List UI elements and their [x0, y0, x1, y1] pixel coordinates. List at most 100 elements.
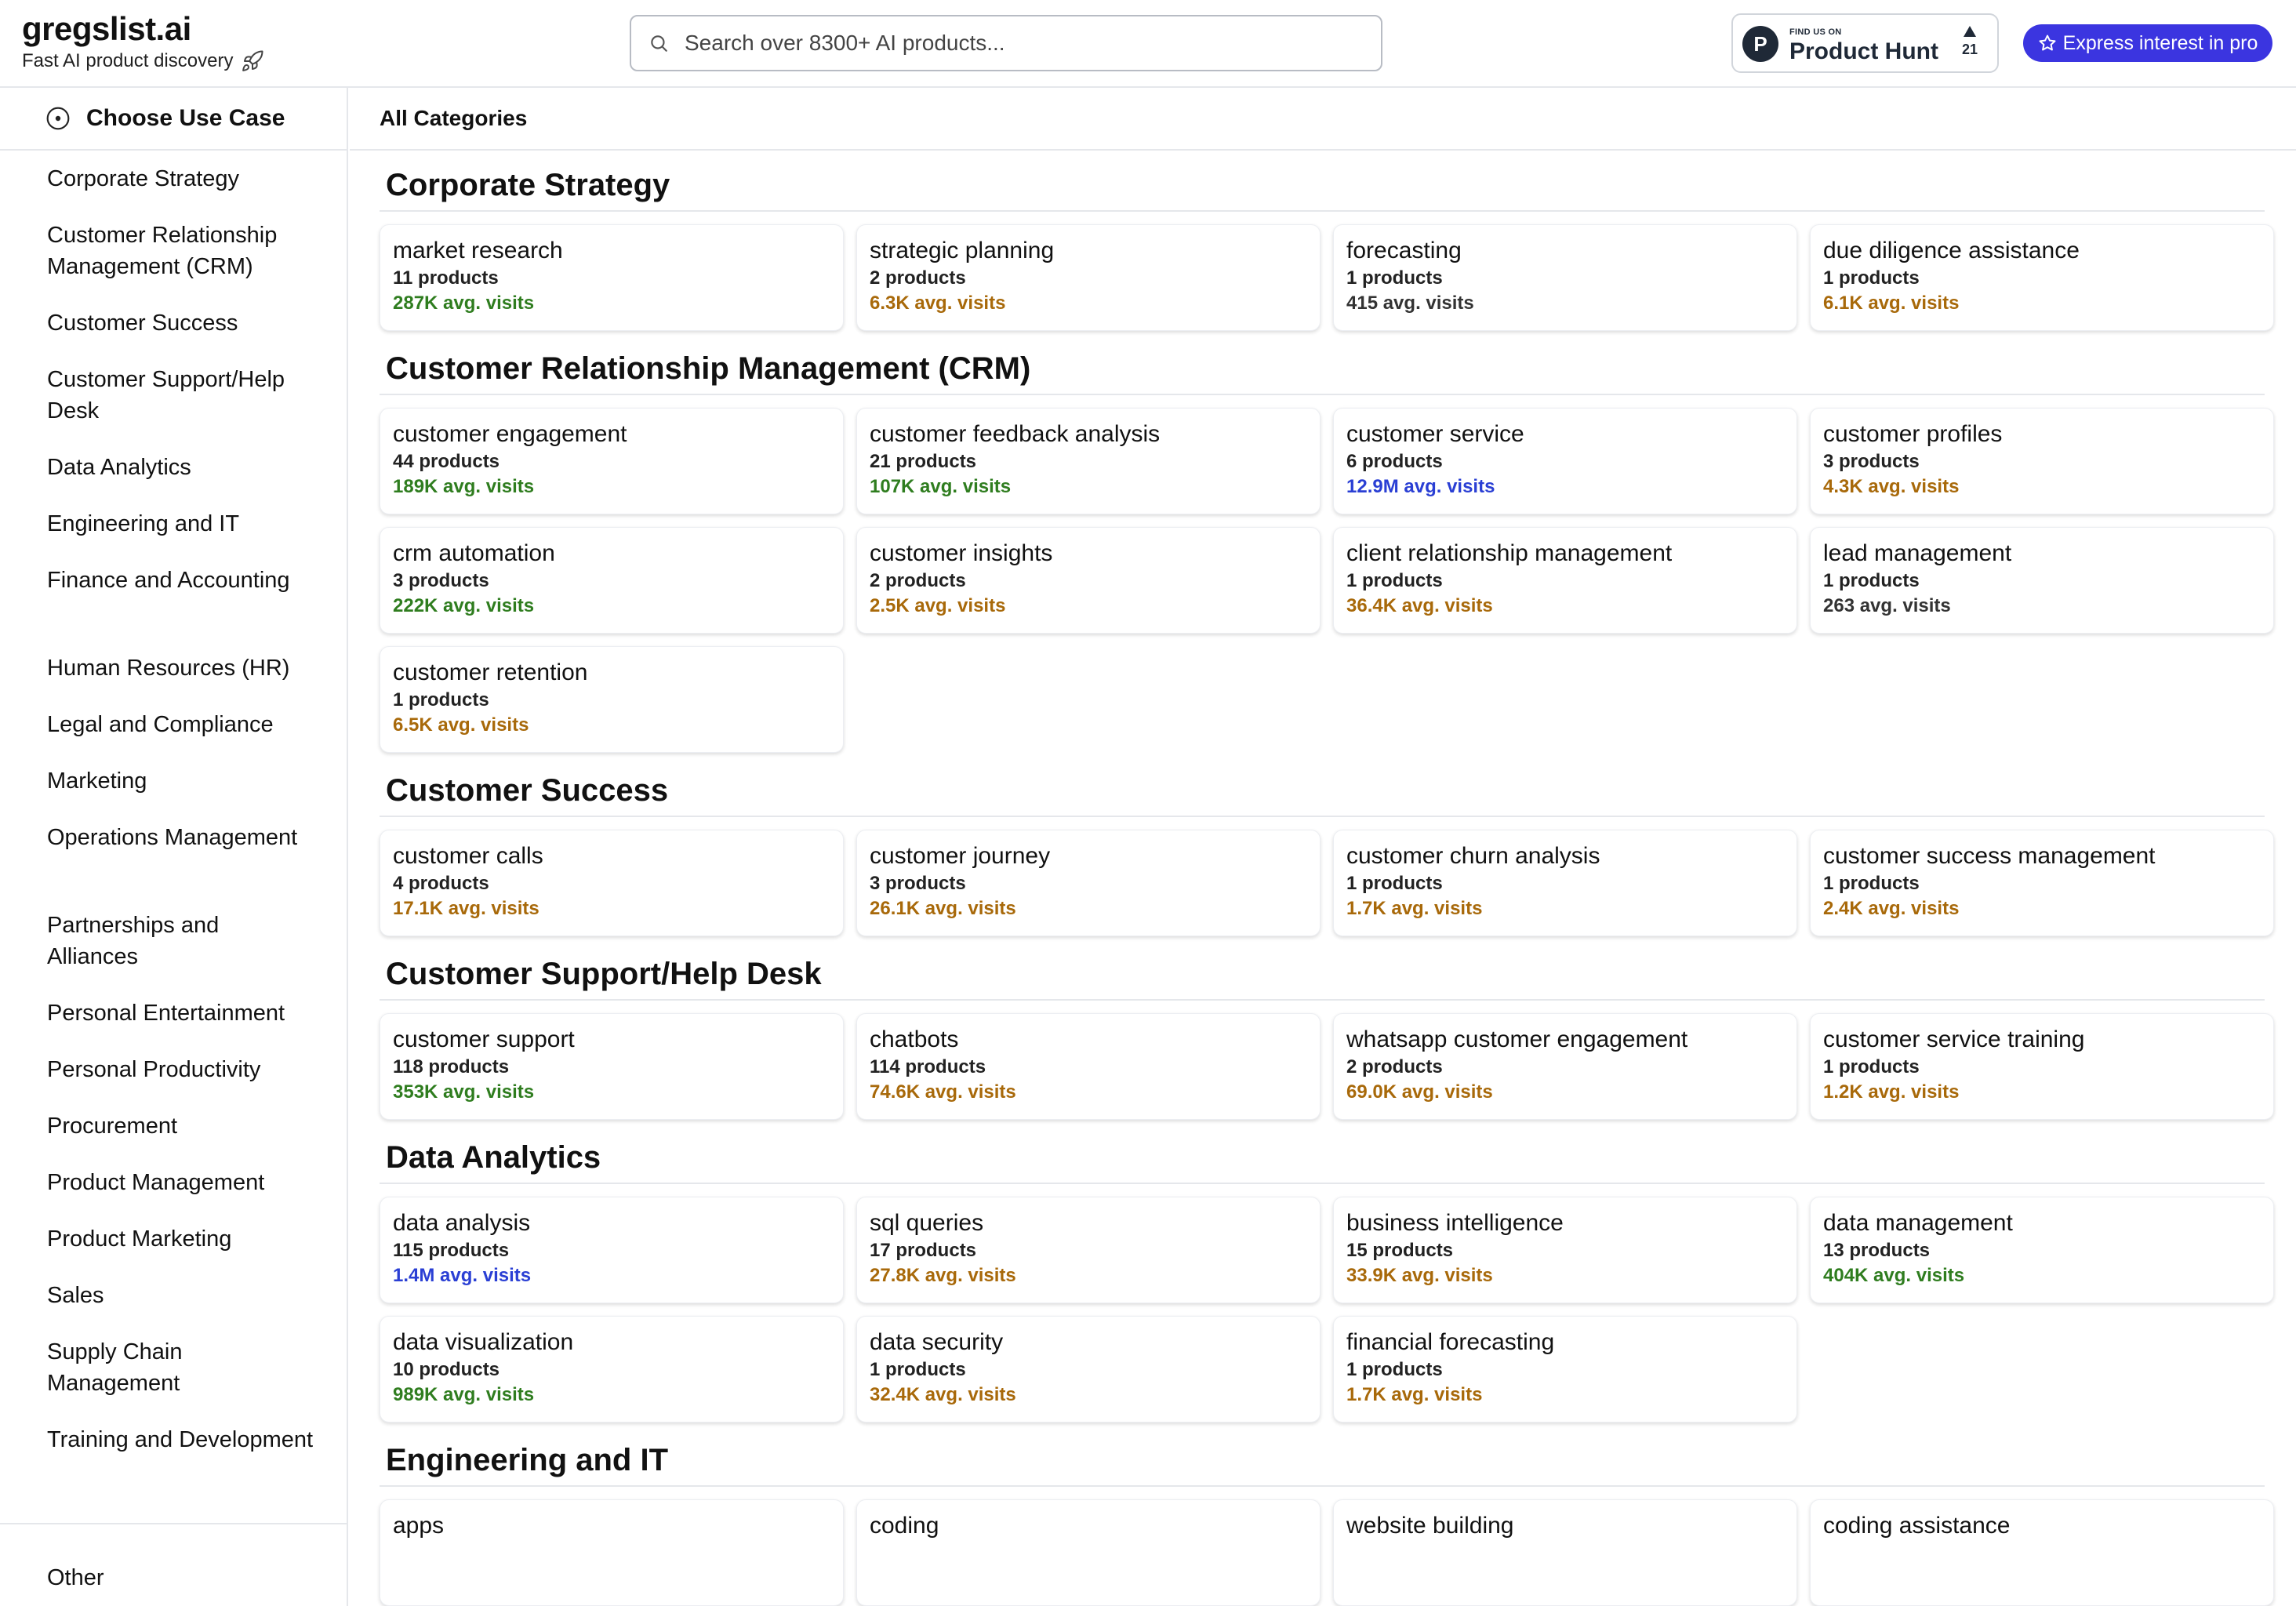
category-card[interactable]: business intelligence 15 products 33.9K av… — [1333, 1197, 1797, 1303]
category-card[interactable]: customer feedback analysis 21 products 107… — [856, 408, 1321, 514]
category-card[interactable]: data visualization 10 products 989K avg. v… — [380, 1316, 844, 1423]
card-product-count: 3 products — [870, 873, 966, 894]
card-avg-visits: 6.5K avg. visits — [393, 714, 529, 736]
sidebar-item-procurement[interactable]: Procurement — [47, 1110, 314, 1167]
card-title: customer engagement — [393, 421, 627, 447]
sidebar-item-data-analytics[interactable]: Data Analytics — [47, 452, 314, 508]
sidebar-item-finance-accounting[interactable]: Finance and Accounting — [47, 565, 314, 652]
sidebar-item-human-resources[interactable]: Human Resources (HR) — [47, 652, 314, 709]
sidebar-item-corporate-strategy[interactable]: Corporate Strategy — [47, 163, 314, 220]
category-card[interactable]: due diligence assistance 1 products 6.1K a… — [1810, 224, 2274, 331]
category-card[interactable]: customer insights 2 products 2.5K avg. vis… — [856, 527, 1321, 634]
category-card[interactable]: customer calls 4 products 17.1K avg. visit… — [380, 830, 844, 936]
card-title: customer churn analysis — [1346, 843, 1600, 869]
sidebar-item-customer-success[interactable]: Customer Success — [47, 307, 314, 364]
category-section: Customer Success customer calls 4 products… — [373, 768, 2274, 944]
sidebar-item-other[interactable]: Other — [47, 1562, 104, 1593]
card-title: lead management — [1823, 540, 2012, 566]
card-title: customer support — [393, 1026, 575, 1052]
brand-tagline: Fast AI product discovery — [22, 49, 264, 74]
category-card-grid: apps coding website building coding assista… — [373, 1499, 2274, 1606]
section-divider — [380, 210, 2265, 212]
star-icon — [2039, 35, 2056, 51]
category-card[interactable]: customer service training 1 products 1.2K … — [1810, 1013, 2274, 1120]
sidebar-item-personal-entertainment[interactable]: Personal Entertainment — [47, 997, 314, 1054]
search-input[interactable] — [685, 31, 1359, 56]
category-card[interactable]: customer journey 3 products 26.1K avg. vis… — [856, 830, 1321, 936]
sidebar-item-customer-support[interactable]: Customer Support/Help Desk — [47, 364, 314, 452]
all-categories-heading: All Categories — [350, 88, 2296, 151]
sidebar-item-crm[interactable]: Customer Relationship Management (CRM) — [47, 220, 314, 307]
category-card[interactable]: data security 1 products 32.4K avg. visits — [856, 1316, 1321, 1423]
card-avg-visits: 27.8K avg. visits — [870, 1265, 1016, 1286]
category-card[interactable]: customer support 118 products 353K avg. vi… — [380, 1013, 844, 1120]
sidebar-item-sales[interactable]: Sales — [47, 1280, 314, 1336]
category-card[interactable]: chatbots 114 products 74.6K avg. visits — [856, 1013, 1321, 1120]
category-card[interactable]: apps — [380, 1499, 844, 1606]
section-title: Customer Relationship Management (CRM) — [386, 351, 1031, 386]
choose-use-case-header[interactable]: Choose Use Case — [0, 88, 347, 151]
brand[interactable]: gregslist.ai Fast AI product discovery — [22, 9, 264, 74]
card-avg-visits: 404K avg. visits — [1823, 1265, 1965, 1286]
sidebar-item-personal-productivity[interactable]: Personal Productivity — [47, 1054, 314, 1110]
section-title: Corporate Strategy — [386, 168, 670, 202]
category-card[interactable]: data management 13 products 404K avg. visi… — [1810, 1197, 2274, 1303]
category-card[interactable]: financial forecasting 1 products 1.7K avg.… — [1333, 1316, 1797, 1423]
category-card[interactable]: website building — [1333, 1499, 1797, 1606]
category-card[interactable]: whatsapp customer engagement 2 products 69… — [1333, 1013, 1797, 1120]
card-title: chatbots — [870, 1026, 959, 1052]
category-card[interactable]: forecasting 1 products 415 avg. visits — [1333, 224, 1797, 331]
rocket-icon — [242, 50, 263, 71]
category-card[interactable]: data analysis 115 products 1.4M avg. visit… — [380, 1197, 844, 1303]
category-card[interactable]: lead management 1 products 263 avg. visits — [1810, 527, 2274, 634]
category-section: Engineering and IT apps coding website buil… — [373, 1438, 2274, 1606]
category-card[interactable]: strategic planning 2 products 6.3K avg. vi… — [856, 224, 1321, 331]
category-card[interactable]: coding — [856, 1499, 1321, 1606]
search-bar[interactable] — [630, 15, 1382, 71]
category-card[interactable]: sql queries 17 products 27.8K avg. visits — [856, 1197, 1321, 1303]
sidebar-item-partnerships-alliances[interactable]: Partnerships and Alliances — [47, 910, 314, 997]
card-product-count: 1 products — [1823, 873, 1920, 894]
category-card-grid: market research 11 products 287K avg. visi… — [373, 224, 2274, 339]
category-card[interactable]: crm automation 3 products 222K avg. visits — [380, 527, 844, 634]
express-interest-pro-button[interactable]: Express interest in pro — [2023, 24, 2272, 62]
card-product-count: 1 products — [393, 689, 489, 710]
category-card[interactable]: customer engagement 44 products 189K avg. … — [380, 408, 844, 514]
category-card[interactable]: market research 11 products 287K avg. visi… — [380, 224, 844, 331]
category-card[interactable]: customer service 6 products 12.9M avg. vis… — [1333, 408, 1797, 514]
category-card[interactable]: customer profiles 3 products 4.3K avg. vis… — [1810, 408, 2274, 514]
top-header: gregslist.ai Fast AI product discovery P… — [0, 0, 2296, 88]
card-product-count: 11 products — [393, 267, 499, 289]
sidebar-item-training-development[interactable]: Training and Development — [47, 1424, 314, 1512]
card-title: data analysis — [393, 1210, 531, 1236]
card-product-count: 1 products — [870, 1359, 966, 1380]
card-title: due diligence assistance — [1823, 238, 2080, 263]
category-card[interactable]: customer retention 1 products 6.5K avg. vi… — [380, 646, 844, 753]
card-product-count: 15 products — [1346, 1240, 1454, 1261]
card-title: client relationship management — [1346, 540, 1673, 566]
product-hunt-logo-icon: P — [1742, 26, 1778, 62]
sidebar-item-marketing[interactable]: Marketing — [47, 765, 314, 822]
section-title: Engineering and IT — [386, 1443, 669, 1477]
card-title: customer insights — [870, 540, 1053, 566]
category-card[interactable]: customer success management 1 products 2.4… — [1810, 830, 2274, 936]
card-avg-visits: 1.7K avg. visits — [1346, 898, 1483, 919]
sidebar-item-operations-management[interactable]: Operations Management — [47, 822, 314, 910]
upvote-arrow-icon — [1964, 26, 1976, 37]
card-title: customer journey — [870, 843, 1051, 869]
sidebar-item-product-management[interactable]: Product Management — [47, 1167, 314, 1223]
sidebar-item-product-marketing[interactable]: Product Marketing — [47, 1223, 314, 1280]
brand-name[interactable]: gregslist.ai — [22, 9, 264, 49]
card-title: coding — [870, 1513, 939, 1539]
category-card[interactable]: client relationship management 1 products… — [1333, 527, 1797, 634]
category-card[interactable]: customer churn analysis 1 products 1.7K av… — [1333, 830, 1797, 936]
category-card[interactable]: coding assistance — [1810, 1499, 2274, 1606]
card-product-count: 1 products — [1823, 570, 1920, 591]
sidebar-item-supply-chain[interactable]: Supply Chain Management — [47, 1336, 314, 1424]
pro-button-label: Express interest in pro — [2062, 31, 2258, 54]
card-avg-visits: 12.9M avg. visits — [1346, 476, 1495, 497]
card-product-count: 1 products — [1346, 1359, 1443, 1380]
product-hunt-badge[interactable]: P FIND US ON Product Hunt 21 — [1731, 13, 1999, 73]
sidebar-item-engineering-it[interactable]: Engineering and IT — [47, 508, 314, 565]
sidebar-item-legal-compliance[interactable]: Legal and Compliance — [47, 709, 314, 765]
